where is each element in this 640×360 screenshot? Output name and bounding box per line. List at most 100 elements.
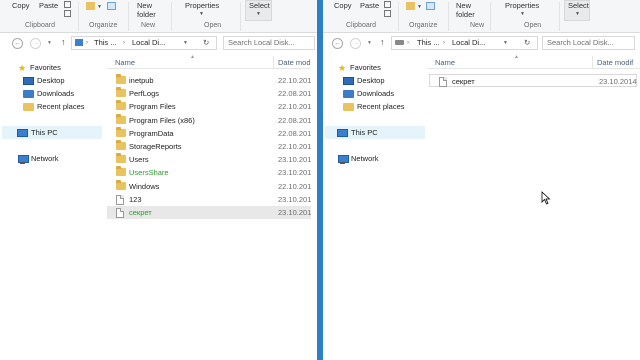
chevron-down-icon[interactable]: ▼ [520,11,525,17]
nav-desktop[interactable]: Desktop [23,75,103,87]
file-row[interactable]: Program Files 22.10.2014 [107,100,317,113]
new-folder-button[interactable]: New folder [137,1,156,19]
column-name[interactable]: Name [115,58,135,67]
organize-group-label: Organize [409,22,438,29]
mouse-cursor-icon [541,191,551,205]
nav-this-pc[interactable]: This PC [337,127,423,139]
recent-locations-icon[interactable]: ▼ [47,40,52,46]
search-input[interactable]: Search Local Disk... [223,36,315,50]
refresh-icon[interactable]: ↻ [203,37,209,49]
paste-shortcut-icon[interactable] [64,10,71,17]
breadcrumb-this-pc[interactable]: This ... [417,37,440,49]
nav-network[interactable]: Network [337,153,423,165]
nav-desktop[interactable]: Desktop [343,75,423,87]
cut-icon[interactable] [384,1,391,8]
nav-downloads[interactable]: Downloads [343,88,423,100]
recent-places-icon [343,103,354,111]
chevron-right-icon: › [123,40,125,46]
chevron-down-icon[interactable]: ▼ [199,11,204,17]
properties-button[interactable]: Properties [185,1,219,10]
paste-shortcut-icon[interactable] [384,10,391,17]
nav-recent-places[interactable]: Recent places [343,101,423,113]
file-row[interactable]: StorageReports 22.10.2014 [107,140,317,153]
file-row[interactable]: 123 23.10.2014 [107,193,317,206]
move-to-icon[interactable] [86,2,95,10]
nav-this-pc[interactable]: This PC [17,127,103,139]
paste-button[interactable]: Paste [360,1,379,10]
chevron-down-icon[interactable]: ▼ [256,11,261,17]
recent-locations-icon[interactable]: ▼ [367,40,372,46]
network-icon [17,155,29,164]
folder-icon [116,153,126,164]
file-row[interactable]: секрет 23.10.2014 [429,74,637,87]
address-bar[interactable]: › This ... › Local Di... ▼ ↻ [71,36,217,50]
chevron-down-icon[interactable]: ▼ [417,4,422,10]
file-date: 23.10.2014 [278,155,316,165]
select-button[interactable]: Select [568,1,589,10]
column-headers: ▲ Name Date modif [427,54,640,69]
file-name: Program Files [129,102,176,112]
copy-to-icon[interactable] [107,2,116,10]
nav-network[interactable]: Network [17,153,103,165]
file-date: 22.08.2013 [278,128,316,138]
chevron-down-icon[interactable]: ▼ [97,4,102,10]
search-input[interactable]: Search Local Disk... [542,36,635,50]
new-folder-button[interactable]: New folder [456,1,475,19]
move-to-icon[interactable] [406,2,415,10]
nav-recent-places[interactable]: Recent places [23,101,103,113]
file-row[interactable]: Program Files (x86) 22.08.2013 [107,113,317,127]
star-icon: ★ [18,63,27,73]
clipboard-group-label: Clipboard [25,22,55,29]
forward-button[interactable]: → [30,38,41,49]
copy-button[interactable]: Copy [334,1,352,10]
nav-favorites[interactable]: ★ Favorites [18,62,103,74]
new-group-label: New [141,22,156,29]
up-button[interactable]: ↑ [380,37,385,47]
breadcrumb-local-disk[interactable]: Local Di... [452,37,485,49]
chevron-down-icon[interactable]: ▼ [183,37,188,49]
file-date: 23.10.2014 [599,77,637,86]
file-row[interactable]: Users 23.10.2014 [107,153,317,166]
file-row[interactable]: PerfLogs 22.08.2013 [107,87,317,100]
folder-icon [116,87,126,98]
file-date: 23.10.2014 [278,208,316,217]
ribbon: Copy Paste Clipboard ▼ Organize New folde… [323,0,640,33]
chevron-down-icon[interactable]: ▼ [503,37,508,49]
nav-favorites[interactable]: ★ Favorites [338,62,423,74]
properties-button[interactable]: Properties [505,1,539,10]
file-date: 22.10.2014 [278,181,316,191]
column-name[interactable]: Name [435,58,455,67]
file-name: StorageReports [129,142,182,151]
ribbon: Copy Paste Clipboard ▼ Organize New folde… [0,0,317,33]
paste-button[interactable]: Paste [39,1,58,10]
column-date-modified[interactable]: Date modif [597,58,633,67]
star-icon: ★ [338,63,347,73]
file-name: UsersShare [129,168,169,178]
up-button[interactable]: ↑ [61,37,66,47]
chevron-right-icon: › [86,40,88,46]
open-group-label: Open [204,22,222,29]
file-row[interactable]: Windows 22.10.2014 [107,179,317,193]
nav-downloads[interactable]: Downloads [23,88,103,100]
file-row[interactable]: секрет 23.10.2014 [107,206,317,219]
file-row[interactable]: ProgramData 22.08.2013 [107,126,317,140]
select-button[interactable]: Select [249,1,270,10]
forward-button[interactable]: → [350,38,361,49]
address-bar[interactable]: › This ... › Local Di... ▼ ↻ [391,36,538,50]
back-button[interactable]: ← [12,38,23,49]
breadcrumb-this-pc[interactable]: This ... [94,37,117,49]
column-date-modified[interactable]: Date modif [278,58,314,67]
chevron-down-icon[interactable]: ▼ [575,11,580,17]
back-button[interactable]: ← [332,38,343,49]
sort-up-icon: ▲ [190,54,195,60]
copy-to-icon[interactable] [426,2,435,10]
file-date: 22.10.2014 [278,142,316,151]
refresh-icon[interactable]: ↻ [524,37,530,49]
copy-button[interactable]: Copy [12,1,30,10]
file-row[interactable]: UsersShare 23.10.2014 [107,166,317,179]
downloads-icon [343,90,354,98]
cut-icon[interactable] [64,1,71,8]
chevron-right-icon: › [443,40,445,46]
breadcrumb-local-disk[interactable]: Local Di... [132,37,165,49]
file-row[interactable]: inetpub 22.10.2014 [107,74,317,87]
